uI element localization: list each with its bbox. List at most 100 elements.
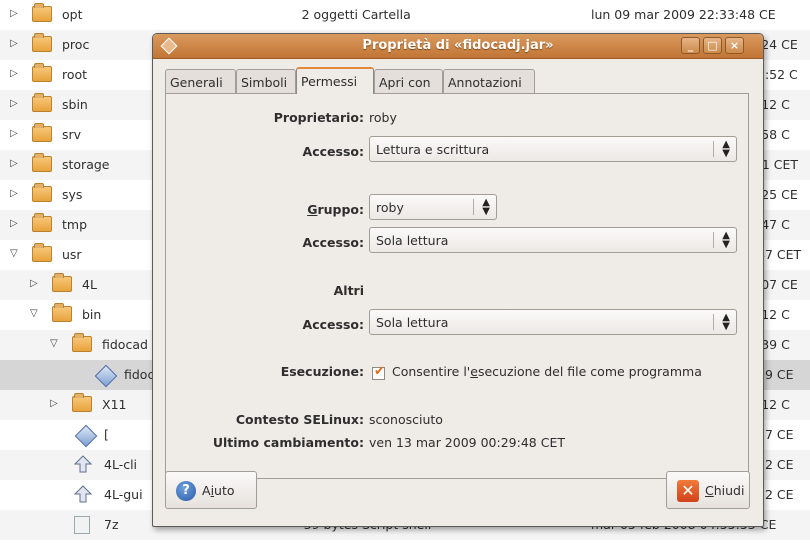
dialog-title: Proprietà di «fidocadj.jar» — [362, 38, 554, 53]
close-icon: ✕ — [677, 480, 699, 502]
combo-separator — [473, 199, 474, 215]
expander-open-icon[interactable]: ▽ — [30, 308, 38, 319]
expander-closed-icon[interactable]: ▷ — [10, 218, 18, 229]
folder-icon — [52, 273, 72, 292]
diamond-icon — [74, 424, 98, 448]
script-icon — [74, 516, 90, 534]
others-access-value: Sola lettura — [376, 315, 449, 330]
diamond-icon — [94, 364, 118, 388]
file-name: 4L-cli — [104, 457, 138, 472]
owner-label: Proprietario: — [273, 110, 364, 125]
checkmark-icon: ✔ — [374, 364, 385, 379]
close-label-mnemonic: C — [705, 483, 714, 498]
file-name: 7z — [104, 517, 119, 532]
file-name: [ — [104, 427, 109, 442]
group-value: roby — [376, 200, 404, 215]
file-row[interactable]: ▷ opt 2 oggetti Cartella lun 09 mar 2009 22:… — [0, 0, 810, 30]
selinux-label: Contesto SELinux: — [235, 412, 364, 427]
group-select[interactable]: roby ▲ ▼ — [369, 194, 497, 220]
arrow-icon — [73, 455, 93, 473]
file-size: 2 oggetti — [301, 7, 358, 22]
help-icon: ? — [176, 481, 196, 501]
help-label-pre: A — [202, 483, 211, 498]
close-button[interactable]: ✕ Chiudi — [666, 471, 750, 509]
minimize-button[interactable]: _ — [681, 37, 700, 54]
execution-text[interactable]: Consentire l'esecuzione del file come pr… — [392, 364, 702, 379]
execution-checkbox[interactable]: ✔ — [372, 364, 385, 380]
tab-simboli[interactable]: Simboli — [236, 69, 296, 93]
title-bar[interactable]: Proprietà di «fidocadj.jar» _ □ × — [153, 34, 763, 59]
updown-arrow-icon: ▲ ▼ — [722, 139, 730, 159]
tab-permessi[interactable]: Permessi — [296, 67, 374, 94]
folder-icon — [32, 3, 52, 22]
file-name: opt — [62, 7, 83, 22]
permissions-panel: Proprietario: roby Accesso: Lettura e sc… — [165, 93, 749, 479]
maximize-button[interactable]: □ — [703, 37, 722, 54]
execution-text-rest: secuzione del file come programma — [477, 364, 702, 379]
file-name: 4L-gui — [104, 487, 143, 502]
file-date: lun 09 mar 2009 22:33:48 CE — [591, 7, 776, 22]
selinux-value: sconosciuto — [369, 412, 443, 427]
execution-text-mnemonic: e — [470, 364, 478, 379]
group-label: Gruppo: — [307, 202, 364, 217]
file-name: storage — [62, 157, 110, 172]
group-access-select[interactable]: Sola lettura ▲ ▼ — [369, 227, 737, 253]
expander-closed-icon[interactable]: ▷ — [30, 278, 38, 289]
expander-open-icon[interactable]: ▽ — [10, 248, 18, 259]
file-name: X11 — [102, 397, 127, 412]
group-label-rest: ruppo: — [317, 202, 364, 217]
file-name: root — [62, 67, 88, 82]
expander-closed-icon[interactable]: ▷ — [10, 68, 18, 79]
folder-icon — [32, 33, 52, 52]
owner-access-value: Lettura e scrittura — [376, 142, 490, 157]
expander-closed-icon[interactable]: ▷ — [10, 128, 18, 139]
execution-text-pre: Consentire l' — [392, 364, 471, 379]
combo-separator — [713, 232, 714, 248]
last-change-label: Ultimo cambiamento: — [212, 435, 364, 450]
close-button-label: Chiudi — [705, 483, 744, 498]
file-name: sbin — [62, 97, 88, 112]
combo-separator — [713, 141, 714, 157]
folder-icon — [72, 333, 92, 352]
expander-closed-icon[interactable]: ▷ — [10, 188, 18, 199]
owner-value: roby — [369, 110, 397, 125]
file-name: bin — [82, 307, 102, 322]
file-name: sys — [62, 187, 83, 202]
file-name: usr — [62, 247, 82, 262]
properties-dialog: Proprietà di «fidocadj.jar» _ □ × Genera… — [152, 33, 764, 527]
group-access-label: Accesso: — [302, 235, 364, 250]
expander-closed-icon[interactable]: ▷ — [10, 158, 18, 169]
file-name: srv — [62, 127, 82, 142]
others-access-label: Accesso: — [302, 317, 364, 332]
updown-arrow-icon: ▲ ▼ — [722, 230, 730, 250]
tab-generali[interactable]: Generali — [165, 69, 236, 93]
others-label: Altri — [333, 283, 364, 298]
folder-icon — [32, 93, 52, 112]
folder-icon — [32, 183, 52, 202]
combo-separator — [713, 314, 714, 330]
folder-icon — [32, 243, 52, 262]
tab-apri-con[interactable]: Apri con — [374, 69, 443, 93]
owner-access-select[interactable]: Lettura e scrittura ▲ ▼ — [369, 136, 737, 162]
group-label-mnemonic: G — [307, 202, 318, 217]
expander-closed-icon[interactable]: ▷ — [10, 8, 18, 19]
expander-open-icon[interactable]: ▽ — [50, 338, 58, 349]
updown-arrow-icon: ▲ ▼ — [722, 312, 730, 332]
updown-arrow-icon: ▲ ▼ — [482, 197, 490, 217]
others-access-select[interactable]: Sola lettura ▲ ▼ — [369, 309, 737, 335]
tab-annotazioni[interactable]: Annotazioni — [443, 69, 535, 93]
close-label-rest: hiudi — [713, 483, 745, 498]
file-name: proc — [62, 37, 90, 52]
expander-closed-icon[interactable]: ▷ — [50, 398, 58, 409]
owner-access-label: Accesso: — [302, 144, 364, 159]
close-window-button[interactable]: × — [725, 37, 744, 54]
file-name: fidocad — [102, 337, 148, 352]
file-name: tmp — [62, 217, 88, 232]
expander-closed-icon[interactable]: ▷ — [10, 98, 18, 109]
folder-icon — [72, 393, 92, 412]
expander-closed-icon[interactable]: ▷ — [10, 38, 18, 49]
folder-icon — [52, 303, 72, 322]
execution-label: Esecuzione: — [280, 364, 364, 379]
last-change-value: ven 13 mar 2009 00:29:48 CET — [369, 435, 565, 450]
help-button[interactable]: ? Aiuto — [165, 471, 257, 509]
